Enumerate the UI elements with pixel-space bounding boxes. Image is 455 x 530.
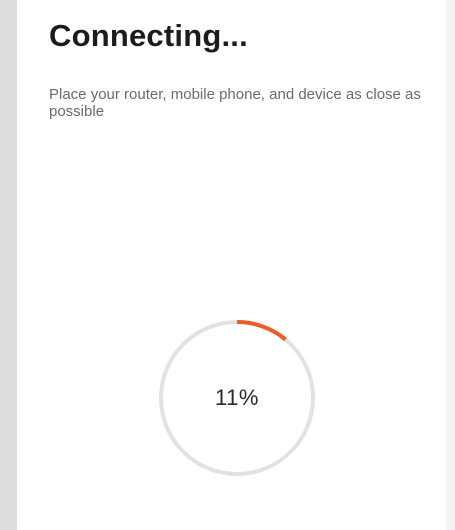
instruction-text: Place your router, mobile phone, and dev… <box>49 86 421 120</box>
page-title: Connecting... <box>49 18 248 53</box>
connection-progress-ring: 11% <box>157 318 317 478</box>
progress-percentage: 11% <box>215 385 259 410</box>
connecting-screen: Connecting... Place your router, mobile … <box>17 0 446 530</box>
screen-edge <box>446 0 455 530</box>
